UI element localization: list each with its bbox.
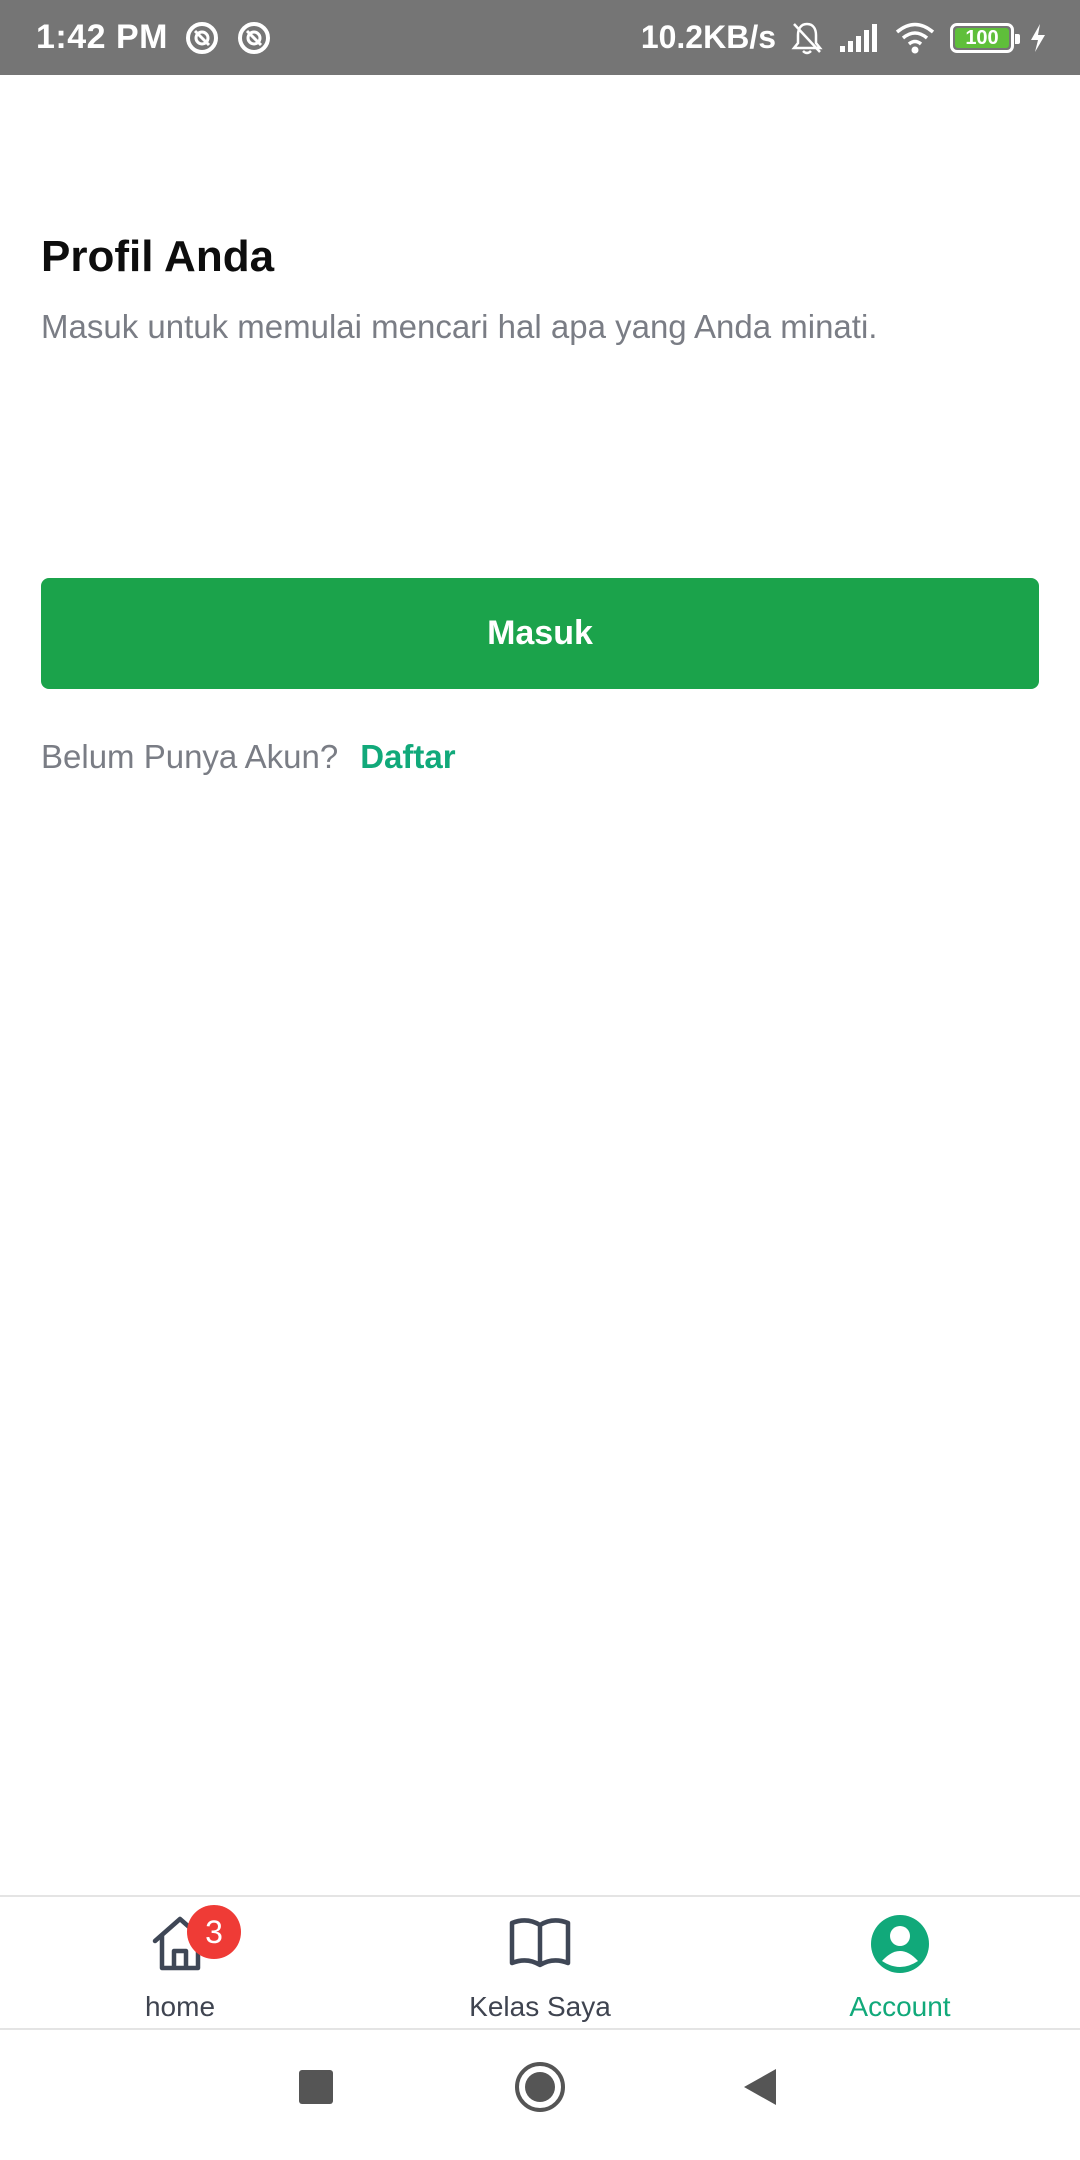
sync-icon <box>236 20 272 56</box>
login-button[interactable]: Masuk <box>41 578 1039 689</box>
wifi-icon <box>894 21 936 55</box>
register-prompt: Belum Punya Akun? <box>41 738 339 775</box>
register-row: Belum Punya Akun? Daftar <box>41 738 456 776</box>
page-subtitle: Masuk untuk memulai mencari hal apa yang… <box>41 308 878 345</box>
battery-cap <box>1015 33 1020 44</box>
nav-item-kelas-saya[interactable]: Kelas Saya <box>360 1897 720 2028</box>
notification-badge: 3 <box>187 1905 241 1959</box>
nav-item-home[interactable]: 3 home <box>0 1897 360 2028</box>
network-speed: 10.2KB/s <box>640 19 776 55</box>
nav-label-kelas-saya: Kelas Saya <box>469 1991 611 2022</box>
home-button-icon[interactable] <box>505 2052 575 2122</box>
battery-icon: 100 <box>950 22 1020 53</box>
book-icon <box>507 1911 573 1977</box>
bottom-nav: 3 home Kelas Saya Account <box>0 1895 1080 2030</box>
status-time: 1:42 PM <box>36 18 168 56</box>
status-right: 10.2KB/s 100 <box>641 19 1048 56</box>
bell-muted-icon <box>790 20 824 56</box>
status-bar: 1:42 PM 10.2KB/s 100 <box>0 0 1080 75</box>
nav-item-account[interactable]: Account <box>720 1897 1080 2028</box>
system-nav <box>0 2032 1080 2160</box>
charging-icon <box>1028 22 1048 54</box>
recent-apps-icon[interactable] <box>281 2052 351 2122</box>
back-icon[interactable] <box>725 2052 795 2122</box>
page-title: Profil Anda <box>41 232 275 281</box>
status-left: 1:42 PM <box>36 18 272 57</box>
nav-label-home: home <box>144 1991 216 2022</box>
register-link[interactable]: Daftar <box>360 738 455 776</box>
nav-label-account: Account <box>849 1991 951 2022</box>
screen: 1:42 PM 10.2KB/s 100 Profil Anda Masuk u… <box>0 0 1080 2160</box>
sync-icon <box>184 20 220 56</box>
battery-level: 100 <box>955 27 1009 48</box>
account-icon <box>867 1911 933 1977</box>
signal-icon <box>838 22 880 54</box>
